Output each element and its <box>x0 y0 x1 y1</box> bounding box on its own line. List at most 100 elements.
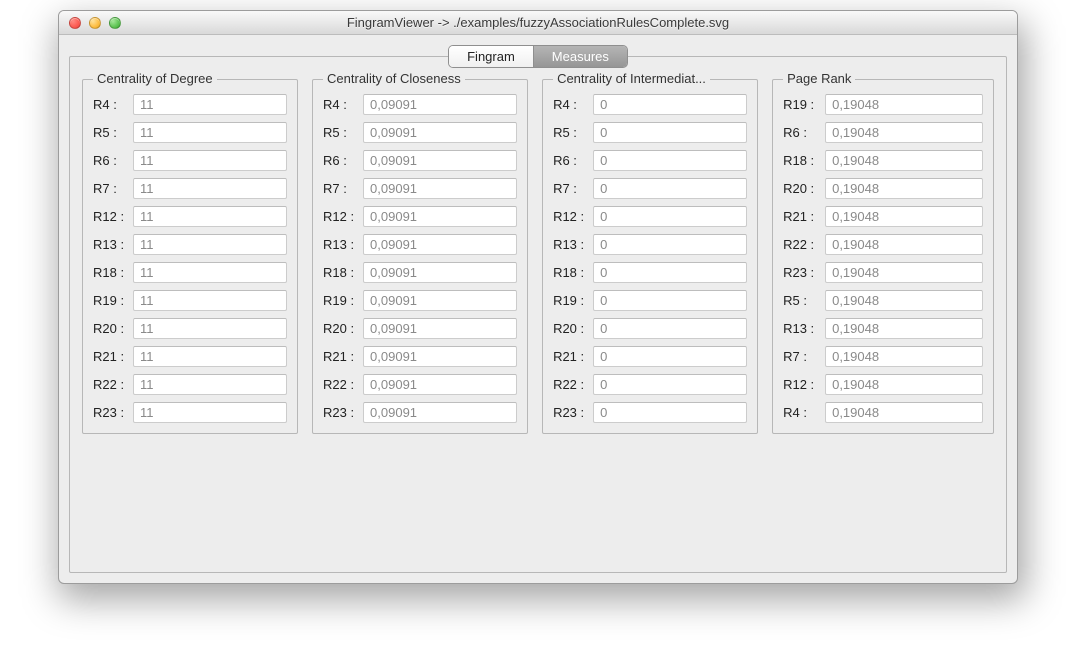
measure-row: R22 :0,19048 <box>783 234 983 255</box>
tab-fingram[interactable]: Fingram <box>449 46 533 67</box>
measure-row: R18 :0,09091 <box>323 262 517 283</box>
group-title: Page Rank <box>783 71 855 86</box>
measure-value-field[interactable]: 0,09091 <box>363 178 517 199</box>
measure-value-field[interactable]: 0 <box>593 94 747 115</box>
measure-value-field[interactable]: 11 <box>133 94 287 115</box>
measure-row: R18 :11 <box>93 262 287 283</box>
measure-label: R7 : <box>323 181 363 196</box>
titlebar[interactable]: FingramViewer -> ./examples/fuzzyAssocia… <box>59 11 1017 35</box>
measure-label: R23 : <box>93 405 133 420</box>
measure-value-field[interactable]: 0 <box>593 290 747 311</box>
measure-value-field[interactable]: 0,19048 <box>825 290 983 311</box>
group-centrality-intermediation: Centrality of Intermediat... R4 :0R5 :0R… <box>542 79 758 434</box>
measure-value-field[interactable]: 0,09091 <box>363 374 517 395</box>
measure-label: R12 : <box>93 209 133 224</box>
measure-value-field[interactable]: 11 <box>133 374 287 395</box>
measure-value-field[interactable]: 11 <box>133 122 287 143</box>
measure-value-field[interactable]: 0,19048 <box>825 346 983 367</box>
measure-label: R6 : <box>783 125 825 140</box>
measure-value-field[interactable]: 0 <box>593 346 747 367</box>
measure-value-field[interactable]: 0,19048 <box>825 402 983 423</box>
measure-row: R7 :0,09091 <box>323 178 517 199</box>
measure-value-field[interactable]: 11 <box>133 346 287 367</box>
measure-value-field[interactable]: 0 <box>593 262 747 283</box>
measure-label: R7 : <box>553 181 593 196</box>
measure-label: R19 : <box>323 293 363 308</box>
measure-value-field[interactable]: 0,19048 <box>825 206 983 227</box>
measure-value-field[interactable]: 11 <box>133 318 287 339</box>
measure-value-field[interactable]: 0,09091 <box>363 206 517 227</box>
measure-value-field[interactable]: 0,09091 <box>363 150 517 171</box>
measure-value-field[interactable]: 0,19048 <box>825 150 983 171</box>
measure-value-field[interactable]: 0,09091 <box>363 402 517 423</box>
measure-value-field[interactable]: 0,09091 <box>363 290 517 311</box>
measure-value-field[interactable]: 0,09091 <box>363 234 517 255</box>
measure-row: R18 :0 <box>553 262 747 283</box>
measure-value-field[interactable]: 0,09091 <box>363 346 517 367</box>
measure-value-field[interactable]: 0 <box>593 178 747 199</box>
measure-value-field[interactable]: 0 <box>593 206 747 227</box>
measure-label: R6 : <box>323 153 363 168</box>
group-centrality-closeness: Centrality of Closeness R4 :0,09091R5 :0… <box>312 79 528 434</box>
measure-value-field[interactable]: 11 <box>133 178 287 199</box>
measure-row: R21 :0,09091 <box>323 346 517 367</box>
measure-label: R19 : <box>93 293 133 308</box>
measure-label: R22 : <box>93 377 133 392</box>
group-page-rank: Page Rank R19 :0,19048R6 :0,19048R18 :0,… <box>772 79 994 434</box>
measure-label: R18 : <box>553 265 593 280</box>
measure-row: R21 :0,19048 <box>783 206 983 227</box>
measure-row: R4 :0 <box>553 94 747 115</box>
measure-label: R23 : <box>553 405 593 420</box>
measure-value-field[interactable]: 0 <box>593 318 747 339</box>
window-title: FingramViewer -> ./examples/fuzzyAssocia… <box>59 15 1017 30</box>
measure-label: R19 : <box>783 97 825 112</box>
measure-label: R5 : <box>553 125 593 140</box>
close-icon[interactable] <box>69 17 81 29</box>
measure-value-field[interactable]: 0,19048 <box>825 318 983 339</box>
measure-label: R20 : <box>323 321 363 336</box>
measure-value-field[interactable]: 0,19048 <box>825 262 983 283</box>
measure-label: R22 : <box>323 377 363 392</box>
measure-value-field[interactable]: 11 <box>133 402 287 423</box>
measure-value-field[interactable]: 0 <box>593 374 747 395</box>
measure-row: R19 :0 <box>553 290 747 311</box>
measure-row: R20 :0 <box>553 318 747 339</box>
measure-label: R22 : <box>553 377 593 392</box>
group-title: Centrality of Intermediat... <box>553 71 710 86</box>
measure-row: R21 :0 <box>553 346 747 367</box>
measure-value-field[interactable]: 0,19048 <box>825 94 983 115</box>
measure-label: R5 : <box>783 293 825 308</box>
measure-row: R13 :0,19048 <box>783 318 983 339</box>
measure-value-field[interactable]: 0,19048 <box>825 122 983 143</box>
minimize-icon[interactable] <box>89 17 101 29</box>
zoom-icon[interactable] <box>109 17 121 29</box>
measure-value-field[interactable]: 11 <box>133 206 287 227</box>
measure-value-field[interactable]: 11 <box>133 234 287 255</box>
measure-value-field[interactable]: 0 <box>593 402 747 423</box>
measure-value-field[interactable]: 0 <box>593 234 747 255</box>
measure-label: R13 : <box>323 237 363 252</box>
measure-label: R5 : <box>93 125 133 140</box>
measure-value-field[interactable]: 11 <box>133 150 287 171</box>
measure-label: R18 : <box>323 265 363 280</box>
measure-label: R20 : <box>553 321 593 336</box>
measure-value-field[interactable]: 0 <box>593 122 747 143</box>
measure-value-field[interactable]: 0,09091 <box>363 94 517 115</box>
tab-measures[interactable]: Measures <box>533 46 627 67</box>
measure-value-field[interactable]: 0,19048 <box>825 374 983 395</box>
measure-value-field[interactable]: 11 <box>133 262 287 283</box>
measure-value-field[interactable]: 0,09091 <box>363 122 517 143</box>
measure-label: R18 : <box>783 153 825 168</box>
measure-row: R5 :0 <box>553 122 747 143</box>
measure-row: R22 :0 <box>553 374 747 395</box>
measure-label: R4 : <box>93 97 133 112</box>
measure-row: R12 :0 <box>553 206 747 227</box>
measure-label: R21 : <box>93 349 133 364</box>
measure-value-field[interactable]: 0 <box>593 150 747 171</box>
measure-value-field[interactable]: 0,09091 <box>363 262 517 283</box>
measure-value-field[interactable]: 0,19048 <box>825 234 983 255</box>
measure-row: R12 :11 <box>93 206 287 227</box>
measure-value-field[interactable]: 11 <box>133 290 287 311</box>
measure-value-field[interactable]: 0,09091 <box>363 318 517 339</box>
measure-value-field[interactable]: 0,19048 <box>825 178 983 199</box>
